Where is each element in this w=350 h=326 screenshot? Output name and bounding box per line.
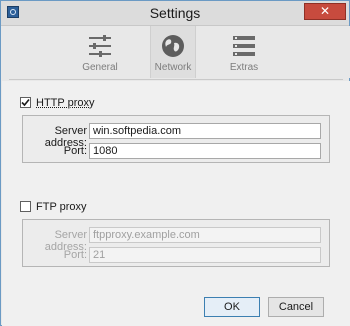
title-bar: Settings ✕ xyxy=(1,1,349,26)
ftp-port-label: Port: xyxy=(63,249,87,261)
http-port-label: Port: xyxy=(63,145,87,157)
globe-icon xyxy=(162,35,184,57)
checkmark-icon xyxy=(21,98,30,107)
tab-extras-label: Extras xyxy=(229,62,259,73)
ftp-port-input[interactable]: 21 xyxy=(89,247,321,263)
http-server-input[interactable]: win.softpedia.com xyxy=(89,123,321,139)
settings-window: Settings ✕ General Network Extras HTTP p… xyxy=(0,0,350,326)
cancel-button[interactable]: Cancel xyxy=(268,297,324,317)
settings-toolbar: General Network Extras xyxy=(2,26,350,78)
tab-extras[interactable]: Extras xyxy=(218,26,270,78)
window-title: Settings xyxy=(149,5,201,21)
http-proxy-checkbox[interactable] xyxy=(20,97,31,108)
ftp-proxy-group: Server address: ftpproxy.example.com Por… xyxy=(22,219,330,267)
toolbar-divider xyxy=(9,79,343,80)
ok-button[interactable]: OK xyxy=(204,297,260,317)
network-panel: HTTP proxy Server address: win.softpedia… xyxy=(2,81,350,326)
ftp-server-input[interactable]: ftpproxy.example.com xyxy=(89,227,321,243)
ftp-proxy-label[interactable]: FTP proxy xyxy=(36,201,87,213)
ftp-proxy-checkbox[interactable] xyxy=(20,201,31,212)
tab-general-label: General xyxy=(82,62,118,73)
close-button[interactable]: ✕ xyxy=(304,3,346,20)
tab-general[interactable]: General xyxy=(74,26,126,78)
http-port-input[interactable]: 1080 xyxy=(89,143,321,159)
sliders-icon xyxy=(89,35,111,57)
http-proxy-label[interactable]: HTTP proxy xyxy=(36,97,94,109)
http-proxy-group: Server address: win.softpedia.com Port: … xyxy=(22,115,330,163)
list-icon xyxy=(233,36,255,56)
tab-network-label: Network xyxy=(154,62,192,73)
tab-network[interactable]: Network xyxy=(150,26,196,78)
